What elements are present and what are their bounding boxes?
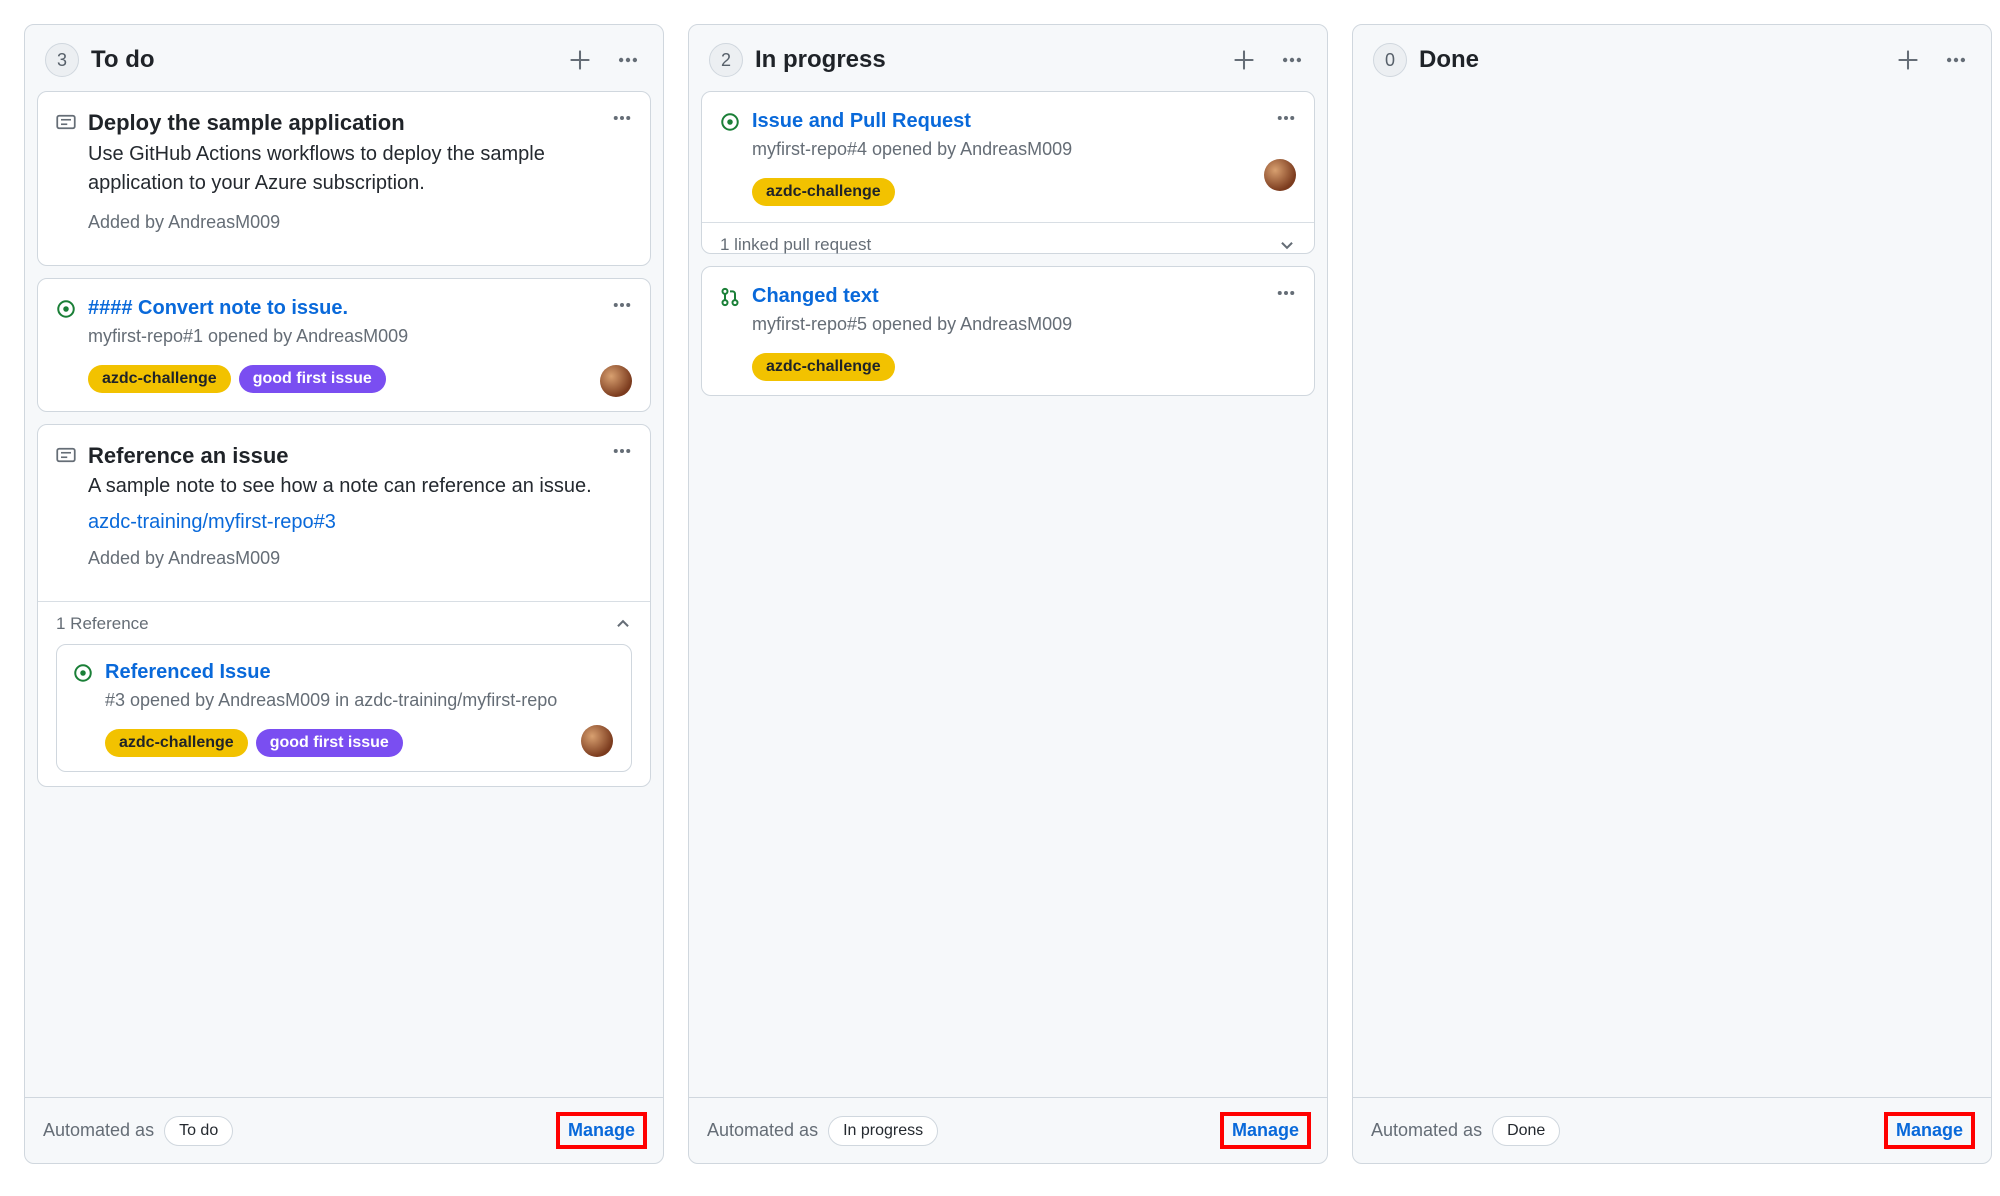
card-menu-button[interactable] bbox=[1272, 104, 1300, 132]
kebab-icon bbox=[612, 108, 632, 128]
issue-open-icon bbox=[56, 299, 78, 319]
note-body: Use GitHub Actions workflows to deploy t… bbox=[88, 140, 632, 198]
automation-state-pill[interactable]: To do bbox=[164, 1116, 233, 1146]
referenced-issue-card[interactable]: Referenced Issue #3 opened by AndreasM00… bbox=[56, 644, 632, 772]
git-pull-request-icon bbox=[720, 287, 742, 307]
label-pill[interactable]: azdc-challenge bbox=[105, 729, 248, 757]
label-pill[interactable]: good first issue bbox=[239, 365, 386, 393]
issue-open-icon bbox=[720, 112, 742, 132]
plus-icon bbox=[1233, 49, 1255, 71]
column-footer: Automated as Done Manage bbox=[1353, 1097, 1991, 1163]
issue-title-link[interactable]: Referenced Issue bbox=[105, 659, 271, 686]
chevron-up-icon bbox=[614, 615, 632, 633]
card-menu-button[interactable] bbox=[608, 104, 636, 132]
card-menu-button[interactable] bbox=[608, 291, 636, 319]
column-title: Done bbox=[1419, 46, 1479, 74]
column-title: To do bbox=[91, 46, 155, 74]
issue-reference-link[interactable]: azdc-training/myfirst-repo#3 bbox=[88, 511, 336, 534]
manage-link[interactable]: Manage bbox=[1222, 1114, 1309, 1147]
issue-card[interactable]: Issue and Pull Request myfirst-repo#4 op… bbox=[701, 91, 1315, 254]
add-card-button[interactable] bbox=[565, 45, 595, 75]
add-card-button[interactable] bbox=[1229, 45, 1259, 75]
column-count: 3 bbox=[45, 43, 79, 77]
label-pill[interactable]: azdc-challenge bbox=[88, 365, 231, 393]
avatar[interactable] bbox=[600, 365, 632, 397]
issue-meta: myfirst-repo#4 opened by AndreasM009 bbox=[752, 139, 1296, 160]
avatar[interactable] bbox=[1264, 159, 1296, 191]
automation-state-pill[interactable]: Done bbox=[1492, 1116, 1560, 1146]
column-done: 0 Done Automated as Done Manage bbox=[1352, 24, 1992, 1164]
note-added-by: Added by AndreasM009 bbox=[88, 548, 632, 569]
issue-title-link[interactable]: #### Convert note to issue. bbox=[88, 295, 348, 322]
linked-pr-count: 1 linked pull request bbox=[720, 235, 871, 255]
column-cards bbox=[1353, 91, 1991, 1097]
note-title: Reference an issue bbox=[88, 441, 632, 471]
column-menu-button[interactable] bbox=[1277, 45, 1307, 75]
issue-meta: #3 opened by AndreasM009 in azdc-trainin… bbox=[105, 690, 615, 711]
kebab-icon bbox=[612, 441, 632, 461]
card-menu-button[interactable] bbox=[1272, 279, 1300, 307]
column-in-progress: 2 In progress bbox=[688, 24, 1328, 1164]
project-board: 3 To do bbox=[0, 0, 2000, 1196]
issue-title-link[interactable]: Issue and Pull Request bbox=[752, 108, 971, 135]
column-count: 0 bbox=[1373, 43, 1407, 77]
column-count: 2 bbox=[709, 43, 743, 77]
column-title: In progress bbox=[755, 46, 886, 74]
column-todo: 3 To do bbox=[24, 24, 664, 1164]
chevron-down-icon bbox=[1278, 236, 1296, 254]
note-title: Deploy the sample application bbox=[88, 108, 632, 138]
note-added-by: Added by AndreasM009 bbox=[88, 212, 632, 233]
issue-card[interactable]: #### Convert note to issue. myfirst-repo… bbox=[37, 278, 651, 412]
note-icon bbox=[56, 445, 78, 465]
add-card-button[interactable] bbox=[1893, 45, 1923, 75]
note-icon bbox=[56, 112, 78, 132]
pr-meta: myfirst-repo#5 opened by AndreasM009 bbox=[752, 314, 1296, 335]
column-menu-button[interactable] bbox=[613, 45, 643, 75]
note-body: A sample note to see how a note can refe… bbox=[88, 472, 632, 501]
label-pill[interactable]: azdc-challenge bbox=[752, 178, 895, 206]
column-cards: Issue and Pull Request myfirst-repo#4 op… bbox=[689, 91, 1327, 1097]
automated-label: Automated as bbox=[43, 1120, 154, 1141]
column-menu-button[interactable] bbox=[1941, 45, 1971, 75]
issue-open-icon bbox=[73, 663, 95, 683]
kebab-icon bbox=[617, 49, 639, 71]
note-card[interactable]: Deploy the sample application Use GitHub… bbox=[37, 91, 651, 266]
kebab-icon bbox=[1281, 49, 1303, 71]
kebab-icon bbox=[1945, 49, 1967, 71]
automated-label: Automated as bbox=[1371, 1120, 1482, 1141]
pr-title-link[interactable]: Changed text bbox=[752, 283, 879, 310]
plus-icon bbox=[1897, 49, 1919, 71]
issue-meta: myfirst-repo#1 opened by AndreasM009 bbox=[88, 326, 632, 347]
note-card[interactable]: Reference an issue A sample note to see … bbox=[37, 424, 651, 788]
automation-state-pill[interactable]: In progress bbox=[828, 1116, 938, 1146]
kebab-icon bbox=[612, 295, 632, 315]
pr-card[interactable]: Changed text myfirst-repo#5 opened by An… bbox=[701, 266, 1315, 396]
plus-icon bbox=[569, 49, 591, 71]
column-footer: Automated as To do Manage bbox=[25, 1097, 663, 1163]
column-header: 3 To do bbox=[25, 25, 663, 91]
reference-toggle[interactable]: 1 Reference bbox=[38, 601, 650, 646]
column-footer: Automated as In progress Manage bbox=[689, 1097, 1327, 1163]
manage-link[interactable]: Manage bbox=[558, 1114, 645, 1147]
label-pill[interactable]: good first issue bbox=[256, 729, 403, 757]
linked-pr-toggle[interactable]: 1 linked pull request bbox=[702, 222, 1314, 267]
kebab-icon bbox=[1276, 108, 1296, 128]
column-header: 0 Done bbox=[1353, 25, 1991, 91]
automated-label: Automated as bbox=[707, 1120, 818, 1141]
label-pill[interactable]: azdc-challenge bbox=[752, 353, 895, 381]
manage-link[interactable]: Manage bbox=[1886, 1114, 1973, 1147]
column-cards: Deploy the sample application Use GitHub… bbox=[25, 91, 663, 1097]
reference-count: 1 Reference bbox=[56, 614, 149, 634]
card-menu-button[interactable] bbox=[608, 437, 636, 465]
column-header: 2 In progress bbox=[689, 25, 1327, 91]
kebab-icon bbox=[1276, 283, 1296, 303]
